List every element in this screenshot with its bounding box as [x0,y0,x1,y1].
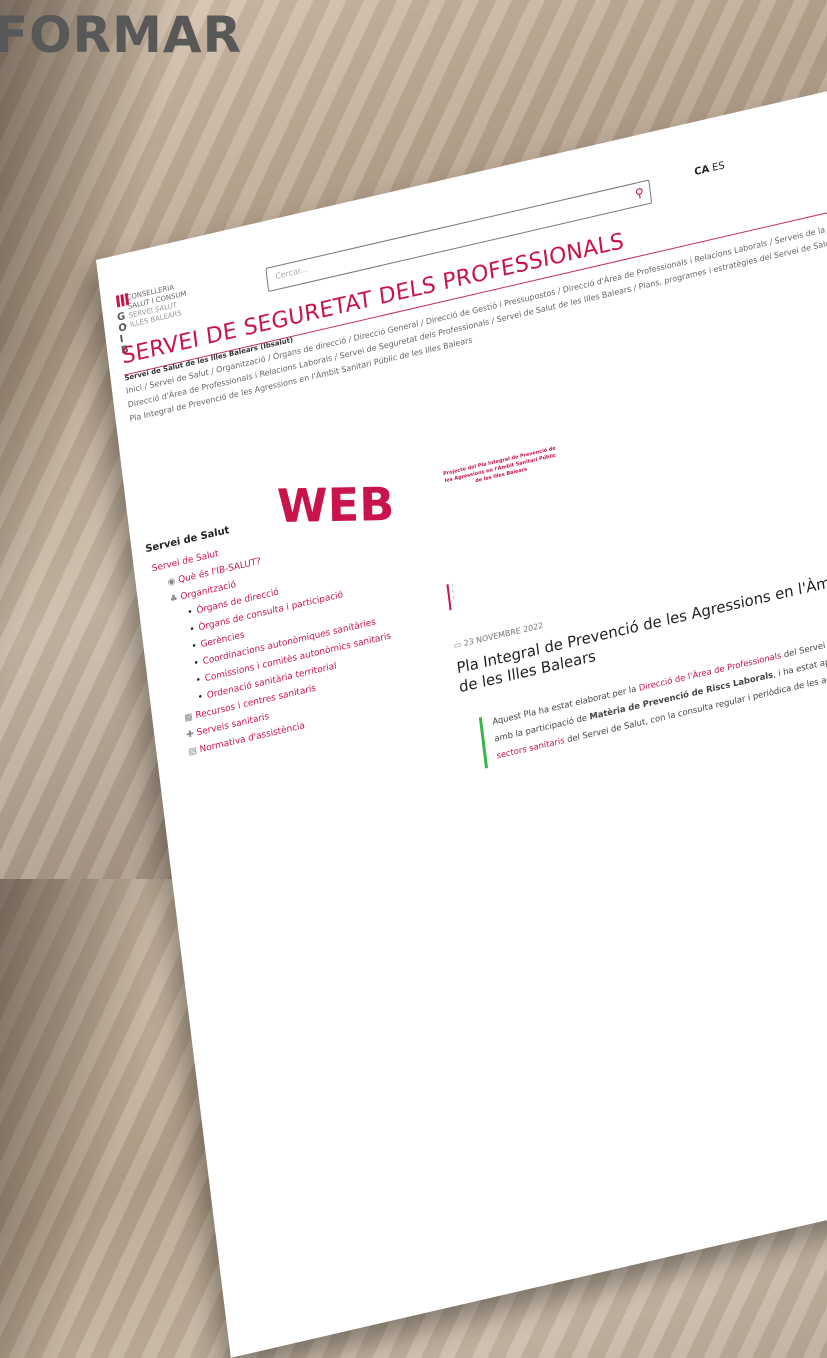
document-icon: ▤ [187,745,198,758]
project-link[interactable]: Projecte del Pla Integral de Prevenció d… [441,445,560,493]
language-switcher: CA ES [694,160,725,178]
search-icon[interactable]: ⚲ [634,185,644,201]
goib-small-logo-icon: III [446,579,470,611]
banner-title: FORMAR [0,6,243,64]
search-placeholder: Cercar... [274,264,309,282]
lang-es-link[interactable]: ES [712,160,726,174]
website-screenshot: Ⅲ G O I B CONSELLERIA SALUT I CONSUM SER… [96,12,827,1358]
info-icon: ◉ [167,576,177,589]
org-chart-icon: ♣ [169,593,179,606]
building-icon: ▦ [183,711,194,724]
plus-icon: ✚ [185,729,195,741]
lang-ca-link[interactable]: CA [694,164,710,178]
web-label: WEB [276,476,395,534]
goib-logo[interactable]: Ⅲ G O I B CONSELLERIA SALUT I CONSUM SER… [114,261,253,356]
sidebar-nav: Servei de Salut ◉ Què és l'IB-SALUT? ♣ Org… [151,510,400,765]
